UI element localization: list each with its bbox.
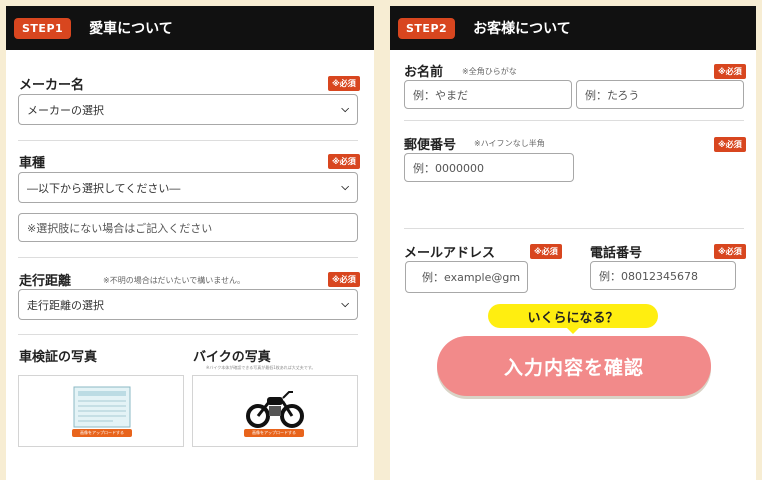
mileage-required-badge: ※必須: [328, 272, 360, 287]
maker-select[interactable]: メーカーの選択 ⌵: [18, 94, 358, 125]
mileage-select[interactable]: 走行距離の選択 ⌵: [18, 289, 358, 320]
bubble-tail: [566, 327, 580, 334]
postal-note: ※ハイフンなし半角: [474, 139, 545, 148]
confirm-button[interactable]: 入力内容を確認: [437, 336, 711, 396]
step1-badge: STEP1: [14, 17, 72, 39]
step1-header: STEP1 愛車について: [6, 6, 374, 50]
divider: [18, 140, 358, 141]
model-select-value: ―以下から選択してください―: [27, 181, 181, 195]
name-required-badge: ※必須: [714, 64, 746, 79]
last-name-placeholder: 例：やまだ: [413, 88, 468, 102]
bike-upload-button[interactable]: 画像をアップロードする: [244, 429, 304, 437]
model-required-badge: ※必須: [328, 154, 360, 169]
divider: [18, 334, 358, 335]
email-required-badge: ※必須: [530, 244, 562, 259]
phone-input[interactable]: 例：08012345678: [590, 261, 736, 290]
divider: [404, 228, 744, 229]
step1-title: 愛車について: [89, 21, 173, 37]
postal-input[interactable]: 例：0000000: [404, 153, 574, 182]
step2-panel: STEP2 お客様について お名前 ※全角ひらがな ※必須 例：やまだ 例：たろ…: [390, 6, 756, 480]
motorcycle-icon: [246, 391, 304, 428]
name-label: お名前: [404, 65, 444, 80]
first-name-placeholder: 例：たろう: [585, 88, 640, 102]
maker-required-badge: ※必須: [328, 76, 360, 91]
model-select[interactable]: ―以下から選択してください― ⌵: [18, 172, 358, 203]
phone-label: 電話番号: [590, 246, 643, 261]
model-other-placeholder: ※選択肢にない場合はご記入ください: [27, 221, 213, 235]
cert-photo-label: 車検証の写真: [19, 350, 98, 365]
chevron-down-icon: ⌵: [341, 104, 349, 115]
cert-upload-area[interactable]: 画像をアップロードする: [18, 375, 184, 447]
confirm-button-label: 入力内容を確認: [503, 356, 644, 379]
step2-badge: STEP2: [398, 17, 456, 39]
price-bubble: いくらになる？: [488, 304, 658, 328]
phone-placeholder: 例：08012345678: [599, 269, 698, 283]
email-label: メールアドレス: [404, 246, 496, 261]
name-note: ※全角ひらがな: [462, 67, 517, 76]
postal-placeholder: 例：0000000: [413, 161, 484, 175]
vehicle-certificate-icon: [73, 386, 131, 428]
model-label: 車種: [19, 156, 46, 171]
bike-upload-area[interactable]: 画像をアップロードする: [192, 375, 358, 447]
step2-title: お客様について: [473, 21, 571, 37]
first-name-input[interactable]: 例：たろう: [576, 80, 744, 109]
maker-select-value: メーカーの選択: [27, 103, 104, 117]
mileage-label: 走行距離: [19, 274, 72, 289]
phone-required-badge: ※必須: [714, 244, 746, 259]
divider: [404, 120, 744, 121]
email-placeholder: 例：example@gm: [422, 271, 521, 284]
bike-photo-label: バイクの写真: [193, 350, 271, 365]
bike-photo-note: ※バイク本体が確認できる写真が最低1枚あれば大丈夫です。: [206, 365, 316, 370]
model-other-input[interactable]: ※選択肢にない場合はご記入ください: [18, 213, 358, 242]
chevron-down-icon: ⌵: [341, 299, 349, 310]
step2-header: STEP2 お客様について: [390, 6, 756, 50]
chevron-down-icon: ⌵: [341, 182, 349, 193]
step1-panel: STEP1 愛車について メーカー名 ※必須 メーカーの選択 ⌵ 車種 ※必須 …: [6, 6, 374, 480]
last-name-input[interactable]: 例：やまだ: [404, 80, 572, 109]
maker-label: メーカー名: [19, 78, 85, 93]
postal-label: 郵便番号: [404, 138, 457, 153]
mileage-note: ※不明の場合はだいたいで構いません。: [103, 276, 246, 285]
postal-required-badge: ※必須: [714, 137, 746, 152]
email-input[interactable]: 例：example@gm: [405, 261, 528, 293]
divider: [18, 257, 358, 258]
mileage-select-value: 走行距離の選択: [27, 298, 104, 312]
cert-upload-button[interactable]: 画像をアップロードする: [72, 429, 132, 437]
price-bubble-text: いくらになる？: [527, 310, 619, 326]
